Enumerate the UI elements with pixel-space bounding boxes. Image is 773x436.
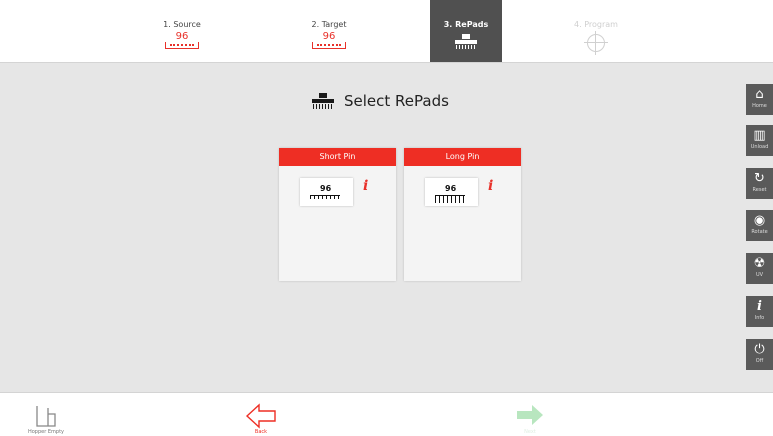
off-label: Off	[755, 358, 764, 364]
short-pin-strip-icon	[310, 195, 340, 199]
uv-icon: ☢	[753, 256, 766, 271]
info-icon[interactable]: i	[488, 178, 493, 194]
unload-icon: ▥	[753, 128, 766, 143]
step-label: 3. RePads	[443, 20, 489, 29]
back-button[interactable]: Back	[244, 393, 278, 436]
hopper-icon	[36, 406, 56, 427]
rotate-button[interactable]: ◉ Rotate	[746, 210, 773, 241]
info-icon[interactable]: i	[363, 178, 368, 194]
step-value: 96	[322, 31, 336, 42]
plate-icon	[312, 42, 346, 49]
repad-short-pin-icon[interactable]: 96	[300, 178, 353, 206]
bottom-bar: Hopper Empty Back Next	[0, 392, 773, 436]
unload-label: Unload	[750, 144, 769, 150]
step-label: 1. Source	[163, 20, 201, 29]
page-title-text: Select RePads	[344, 92, 449, 110]
reset-icon: ↻	[754, 171, 765, 186]
info-button[interactable]: i Info	[746, 296, 773, 327]
repad-icon	[455, 34, 477, 50]
uv-label: UV	[755, 272, 764, 278]
home-button[interactable]: ⌂ Home	[746, 84, 773, 115]
info-icon: i	[757, 299, 762, 314]
home-icon: ⌂	[755, 87, 764, 102]
reset-label: Reset	[752, 187, 767, 193]
step-source[interactable]: 1. Source 96	[146, 0, 218, 62]
repad-long-pin-icon[interactable]: 96	[425, 178, 478, 206]
step-label: 2. Target	[311, 20, 347, 29]
uv-button[interactable]: ☢ UV	[746, 253, 773, 284]
rotate-label: Rotate	[751, 229, 768, 235]
rotate-icon: ◉	[753, 213, 766, 228]
repad-count: 96	[320, 184, 332, 193]
power-off-button[interactable]: ⏻ Off	[746, 339, 773, 370]
repad-card-long-pin[interactable]: Long Pin 96 i	[404, 148, 521, 281]
card-header: Short Pin	[279, 148, 396, 166]
page-title: Select RePads	[312, 90, 449, 112]
repad-icon	[312, 92, 334, 110]
card-header: Long Pin	[404, 148, 521, 166]
next-arrow-icon	[517, 405, 543, 425]
step-bar: 1. Source 96 2. Target 96 3. RePads 4. P…	[0, 0, 773, 63]
step-value: 96	[175, 31, 189, 42]
long-pin-strip-icon	[435, 195, 465, 203]
power-icon: ⏻	[754, 342, 765, 357]
step-program: 4. Program	[560, 0, 632, 62]
hopper-status: Hopper Empty	[22, 393, 70, 436]
info-label: Info	[754, 315, 765, 321]
step-target[interactable]: 2. Target 96	[293, 0, 365, 62]
step-label: 4. Program	[574, 20, 618, 29]
reset-button[interactable]: ↻ Reset	[746, 168, 773, 199]
next-button[interactable]: Next	[514, 393, 546, 436]
repad-count: 96	[445, 184, 457, 193]
plate-icon	[165, 42, 199, 49]
crosshair-icon	[584, 31, 608, 55]
step-repads[interactable]: 3. RePads	[430, 0, 502, 62]
home-label: Home	[752, 103, 767, 109]
repad-card-short-pin[interactable]: Short Pin 96 i	[279, 148, 396, 281]
back-arrow-icon	[245, 403, 276, 429]
unload-button[interactable]: ▥ Unload	[746, 125, 773, 156]
